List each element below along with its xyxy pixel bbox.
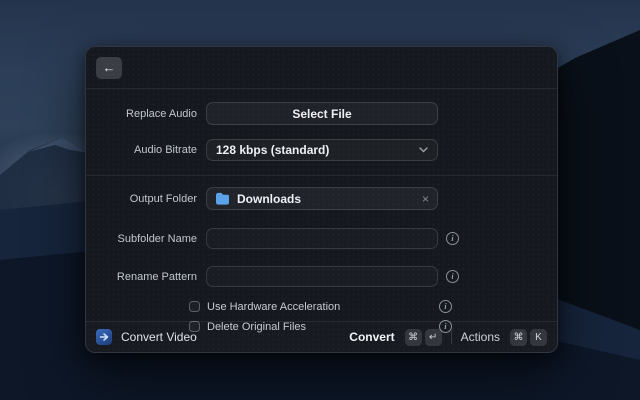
rename-pattern-input[interactable] [206,266,438,287]
rename-pattern-label: Rename Pattern [86,271,197,283]
output-folder-value: Downloads [237,192,301,206]
replace-audio-row: Replace Audio Select File [86,102,557,125]
command-key-icon: ⌘ [510,329,527,346]
audio-bitrate-selected-value: 128 kbps (standard) [216,143,329,157]
clear-folder-icon[interactable]: × [422,193,429,205]
footer-command-name: Convert Video [121,330,197,344]
output-folder-label: Output Folder [86,193,197,205]
convert-action-button[interactable]: Convert [349,330,394,344]
return-key-icon: ↵ [425,329,442,346]
hardware-acceleration-info-icon[interactable]: i [439,300,452,313]
actions-menu-button[interactable]: Actions [461,330,500,344]
section-divider [86,175,557,176]
audio-bitrate-dropdown[interactable]: 128 kbps (standard) [206,139,438,161]
back-button[interactable]: ← [96,57,122,79]
convert-video-dialog: ← Replace Audio Select File Audio Bitrat… [85,46,558,353]
subfolder-name-input[interactable] [206,228,438,249]
select-file-button[interactable]: Select File [206,102,438,125]
chevron-down-icon [419,147,428,153]
hardware-acceleration-checkbox[interactable] [189,301,200,312]
audio-bitrate-label: Audio Bitrate [86,144,197,156]
subfolder-name-row: Subfolder Name i [86,228,557,249]
rename-pattern-row: Rename Pattern i [86,266,557,287]
form-content: Replace Audio Select File Audio Bitrate … [86,89,557,333]
command-key-icon: ⌘ [405,329,422,346]
subfolder-name-label: Subfolder Name [86,233,197,245]
select-file-button-label: Select File [292,107,351,121]
k-key-icon: K [530,329,547,346]
output-folder-row: Output Folder Downloads × [86,187,557,210]
hardware-acceleration-label: Use Hardware Acceleration [207,301,340,313]
audio-bitrate-row: Audio Bitrate 128 kbps (standard) [86,139,557,161]
rename-pattern-info-icon[interactable]: i [446,270,459,283]
subfolder-info-icon[interactable]: i [446,232,459,245]
convert-video-app-icon [96,329,112,345]
output-folder-chip[interactable]: Downloads × [206,187,438,210]
folder-icon [215,192,230,205]
back-arrow-icon: ← [103,60,116,75]
footer-divider [451,330,452,344]
dialog-header: ← [86,47,557,89]
hardware-acceleration-row: Use Hardware Acceleration i [189,300,557,313]
dialog-footer: Convert Video Convert ⌘ ↵ Actions ⌘ K [86,321,557,352]
replace-audio-label: Replace Audio [86,108,197,120]
